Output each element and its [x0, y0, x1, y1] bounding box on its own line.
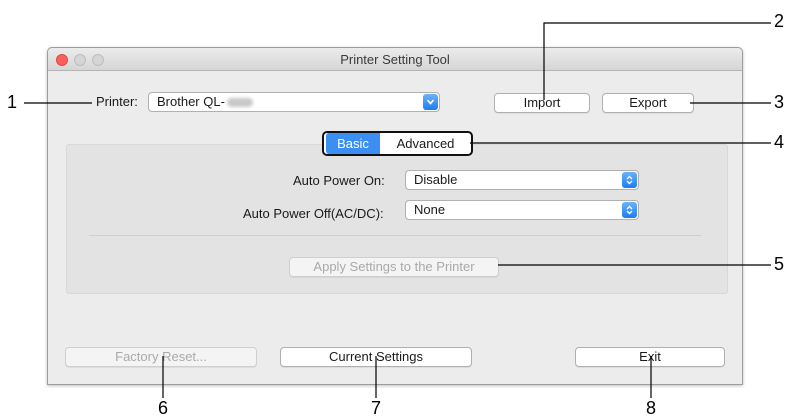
callout-2: 2	[774, 11, 785, 31]
callout-6: 6	[158, 398, 169, 418]
callout-lines	[24, 22, 771, 398]
callout-1: 1	[7, 92, 18, 112]
callout-5: 5	[774, 254, 785, 274]
callout-7: 7	[371, 398, 382, 418]
callout-4: 4	[774, 132, 785, 152]
callout-3: 3	[774, 92, 785, 112]
callout-8: 8	[646, 398, 657, 418]
